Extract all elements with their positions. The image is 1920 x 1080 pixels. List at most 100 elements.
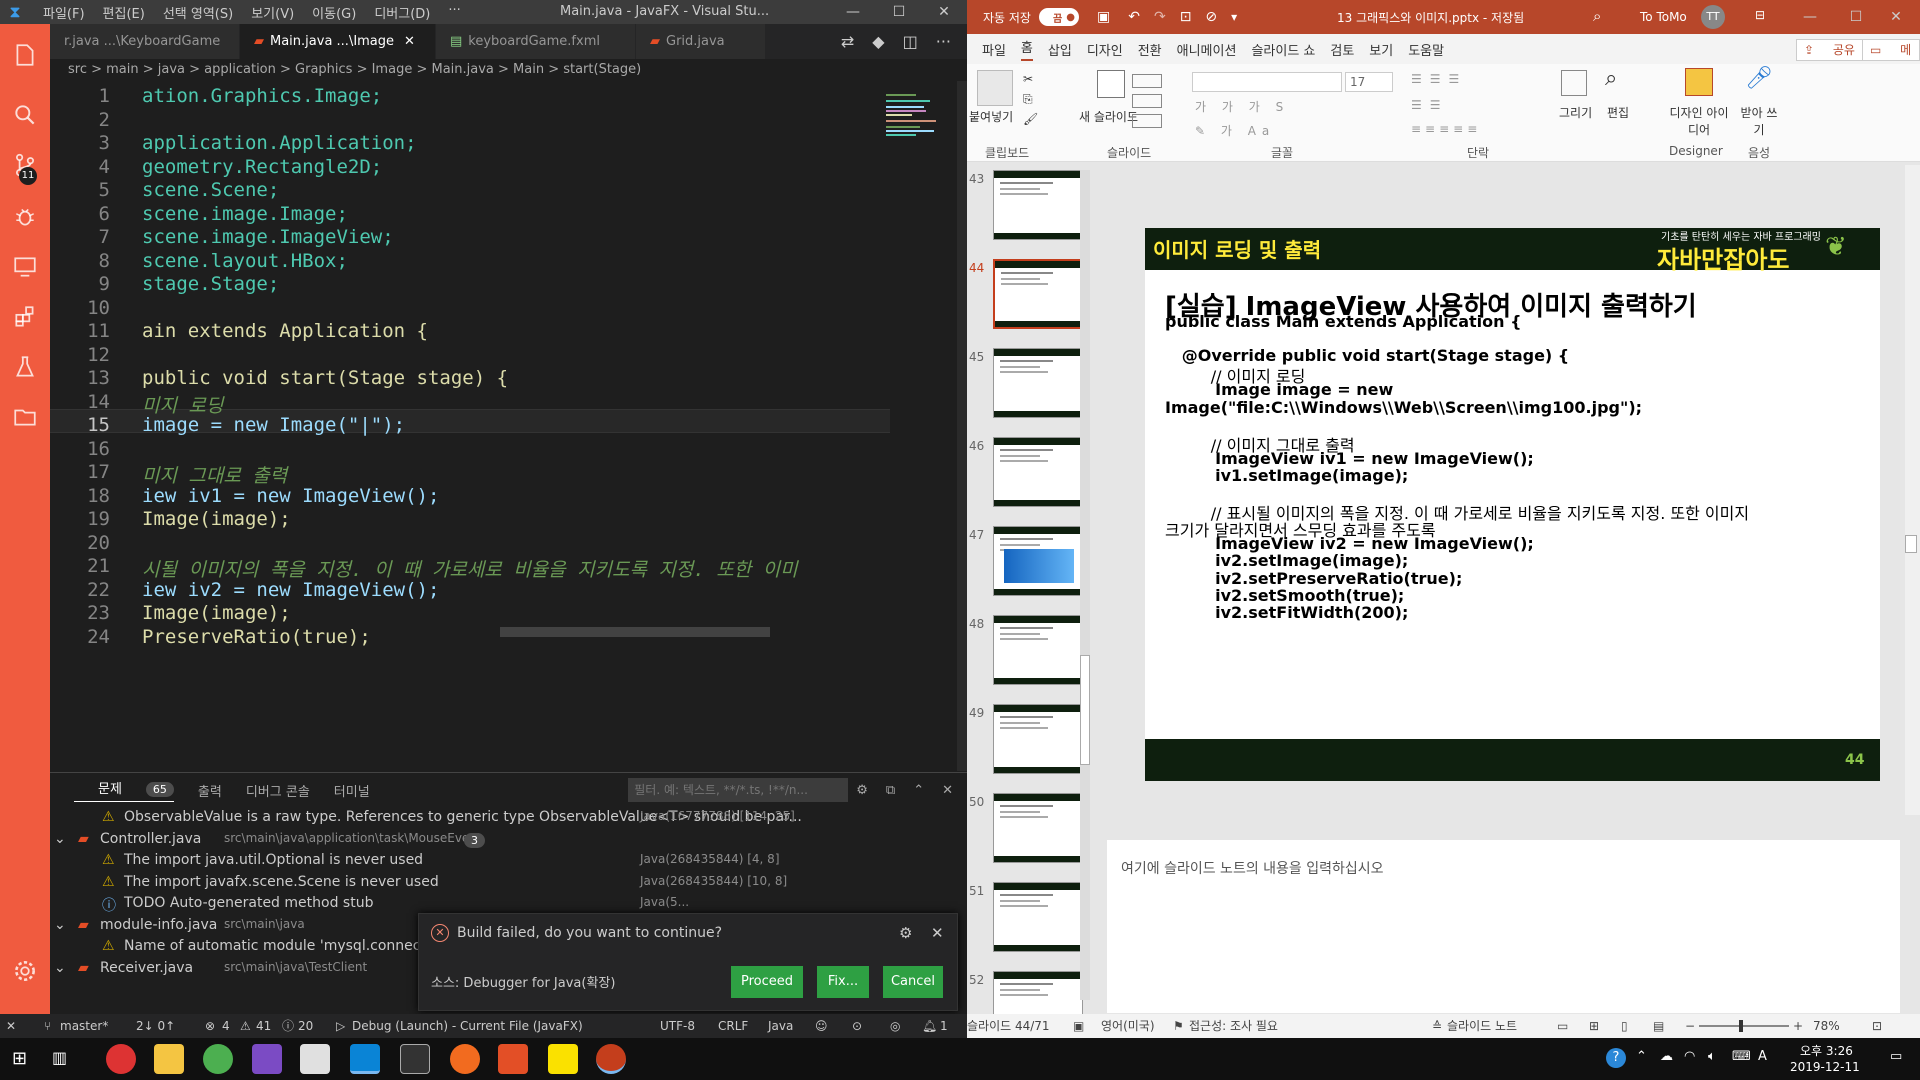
designer-icon[interactable]	[1685, 68, 1713, 96]
ribbon-tab-design[interactable]: 디자인	[1087, 40, 1123, 59]
settings-gear-icon[interactable]	[8, 954, 42, 988]
list-icons[interactable]: ☰☰☰	[1411, 72, 1467, 86]
ubuntu-icon[interactable]	[450, 1044, 480, 1074]
paste-button[interactable]: 붙여넣기	[969, 108, 1013, 125]
tab-debug-console[interactable]: 디버그 콘솔	[246, 781, 310, 800]
accessibility-status[interactable]: 접근성: 조사 필요	[1189, 1014, 1278, 1038]
menu-file[interactable]: 파일(F)	[43, 3, 85, 22]
feedback-icon[interactable]: ☺	[815, 1014, 828, 1038]
slide-thumbnail[interactable]	[993, 170, 1083, 240]
remote-explorer-icon[interactable]	[8, 250, 42, 284]
ppt-minimize-button[interactable]: —	[1787, 5, 1833, 29]
save-icon[interactable]: ▣	[1097, 9, 1110, 25]
slide-thumbnail[interactable]	[993, 704, 1083, 774]
redo-icon[interactable]: ↷	[1154, 9, 1166, 25]
proceed-button[interactable]: Proceed	[731, 966, 803, 998]
ribbon-tab-home[interactable]: 홈	[1020, 37, 1033, 61]
debug-icon[interactable]	[8, 200, 42, 234]
problem-row[interactable]: ⚠ The import javafx.scene.Scene is never …	[50, 874, 967, 896]
find-icon[interactable]: ⌕	[1605, 66, 1617, 91]
split-editor-icon[interactable]: ◫	[903, 32, 918, 51]
ribbon-tab-slideshow[interactable]: 슬라이드 쇼	[1251, 40, 1315, 59]
edit-button[interactable]: 편집	[1607, 104, 1629, 121]
slide-thumbnail[interactable]	[993, 348, 1083, 418]
microphone-icon[interactable]: 🎤︎	[1745, 66, 1773, 91]
git-branch[interactable]: master*	[60, 1014, 108, 1038]
notepad-icon[interactable]	[300, 1044, 330, 1074]
maximize-button[interactable]: ☐	[876, 0, 922, 24]
customize-qat-icon[interactable]: ▾	[1231, 10, 1237, 24]
horizontal-scrollbar[interactable]	[500, 627, 770, 637]
file-explorer-icon[interactable]	[154, 1044, 184, 1074]
slideshow-view-icon[interactable]: ▤	[1653, 1014, 1664, 1038]
sync-status[interactable]: 2↓ 0↑	[136, 1014, 175, 1038]
filter-settings-icon[interactable]: ⚙	[856, 783, 868, 798]
slide-thumbnail[interactable]	[993, 793, 1083, 863]
run-icon[interactable]: ◆	[872, 32, 884, 51]
notes-toggle[interactable]: 슬라이드 노트	[1447, 1014, 1517, 1038]
slide-thumbnail[interactable]	[993, 526, 1083, 596]
present-icon[interactable]: ⊡	[1180, 9, 1192, 25]
windows-start-icon[interactable]: ⊞	[12, 1048, 27, 1069]
tab-terminal[interactable]: 터미널	[334, 781, 370, 800]
cancel-button[interactable]: Cancel	[883, 966, 943, 998]
notification-gear-icon[interactable]: ⚙	[899, 924, 912, 942]
design-ideas-button[interactable]: 디자인 아이디어	[1669, 104, 1729, 138]
search-icon[interactable]: ⌕	[1593, 7, 1601, 25]
ribbon-display-icon[interactable]: ⊟	[1755, 8, 1765, 22]
keyboard-icon[interactable]: ⌨	[1732, 1049, 1751, 1064]
layout-icons[interactable]	[1132, 74, 1162, 132]
tab-output[interactable]: 출력	[198, 781, 222, 800]
chrome-icon[interactable]	[203, 1044, 233, 1074]
zoom-out-icon[interactable]: −	[1685, 1014, 1695, 1038]
new-slide-icon[interactable]	[1097, 70, 1125, 98]
chevron-down-icon[interactable]: ⌄	[54, 960, 66, 976]
slide-thumbnail[interactable]	[993, 259, 1083, 329]
slide-scrollbar[interactable]	[1905, 165, 1920, 815]
vscode-taskbar-icon[interactable]	[350, 1044, 380, 1074]
problem-file-group[interactable]: ⌄ ▰ Controller.java src\main\java\applicati…	[50, 831, 967, 853]
slide-thumbnail[interactable]	[993, 437, 1083, 507]
dictate-button[interactable]: 받아 쓰기	[1739, 104, 1779, 138]
current-slide[interactable]: 이미지 로딩 및 출력 기초를 탄탄히 세우는 자바 프로그래밍 자바만잡아도 …	[1145, 228, 1880, 781]
slide-thumbnails[interactable]: 43 44 45 46 47 48 49 50 51 52	[967, 162, 1093, 1038]
powerpoint-taskbar-icon[interactable]	[596, 1044, 626, 1074]
font-size-box[interactable]: 17	[1345, 72, 1393, 92]
menu-view[interactable]: 보기(V)	[251, 3, 294, 22]
thumbnail-scrollbar[interactable]	[1080, 170, 1090, 1000]
extensions-icon[interactable]	[8, 300, 42, 334]
app-recorder-icon[interactable]	[106, 1044, 136, 1074]
user-name[interactable]: To ToMo	[1640, 10, 1687, 24]
share-button[interactable]: ⇪ 공유	[1796, 39, 1863, 61]
cut-icon[interactable]: ✂	[1023, 72, 1033, 86]
notes-pane[interactable]: 여기에 슬라이드 노트의 내용을 입력하십시오	[1107, 840, 1900, 1013]
touch-mode-icon[interactable]: ⊘	[1205, 9, 1217, 25]
clock-time[interactable]: 오후 3:26	[1800, 1042, 1853, 1059]
align-icons[interactable]: ≡≡≡≡≡	[1411, 122, 1481, 136]
tray-chevron-icon[interactable]: ⌃	[1636, 1049, 1647, 1064]
task-view-icon[interactable]: ▥	[52, 1048, 67, 1067]
slide-sorter-icon[interactable]: ⊞	[1589, 1014, 1599, 1038]
zoom-slider[interactable]	[1699, 1020, 1789, 1032]
compare-changes-icon[interactable]: ⇄	[841, 32, 854, 51]
paste-icon[interactable]	[977, 70, 1013, 106]
ime-indicator[interactable]: A	[1758, 1049, 1767, 1064]
document-title[interactable]: 13 그래픽스와 이미지.pptx - 저장됨	[1337, 9, 1524, 26]
minimap[interactable]	[886, 92, 950, 202]
autosave-toggle[interactable]: 끔 ●	[1038, 8, 1079, 26]
error-count[interactable]: 4	[222, 1014, 230, 1038]
terminal-icon[interactable]	[400, 1044, 430, 1074]
line-ending[interactable]: CRLF	[718, 1014, 748, 1038]
help-icon[interactable]: ?	[1606, 1048, 1626, 1068]
info-count[interactable]: 20	[298, 1014, 313, 1038]
user-avatar[interactable]: TT	[1701, 5, 1725, 29]
tab-main-java[interactable]: ▰ Main.java ...\Image ✕	[240, 24, 436, 59]
breadcrumb[interactable]: src > main > java > application > Graphi…	[50, 59, 967, 81]
ribbon-tab-file[interactable]: 파일	[982, 40, 1006, 59]
menu-selection[interactable]: 선택 영역(S)	[163, 3, 233, 22]
fit-slide-icon[interactable]: ⊡	[1872, 1014, 1882, 1038]
close-button[interactable]: ✕	[921, 0, 967, 24]
search-icon[interactable]	[8, 98, 42, 132]
menu-more[interactable]: ···	[448, 3, 460, 22]
more-actions-icon[interactable]: ···	[936, 32, 951, 51]
